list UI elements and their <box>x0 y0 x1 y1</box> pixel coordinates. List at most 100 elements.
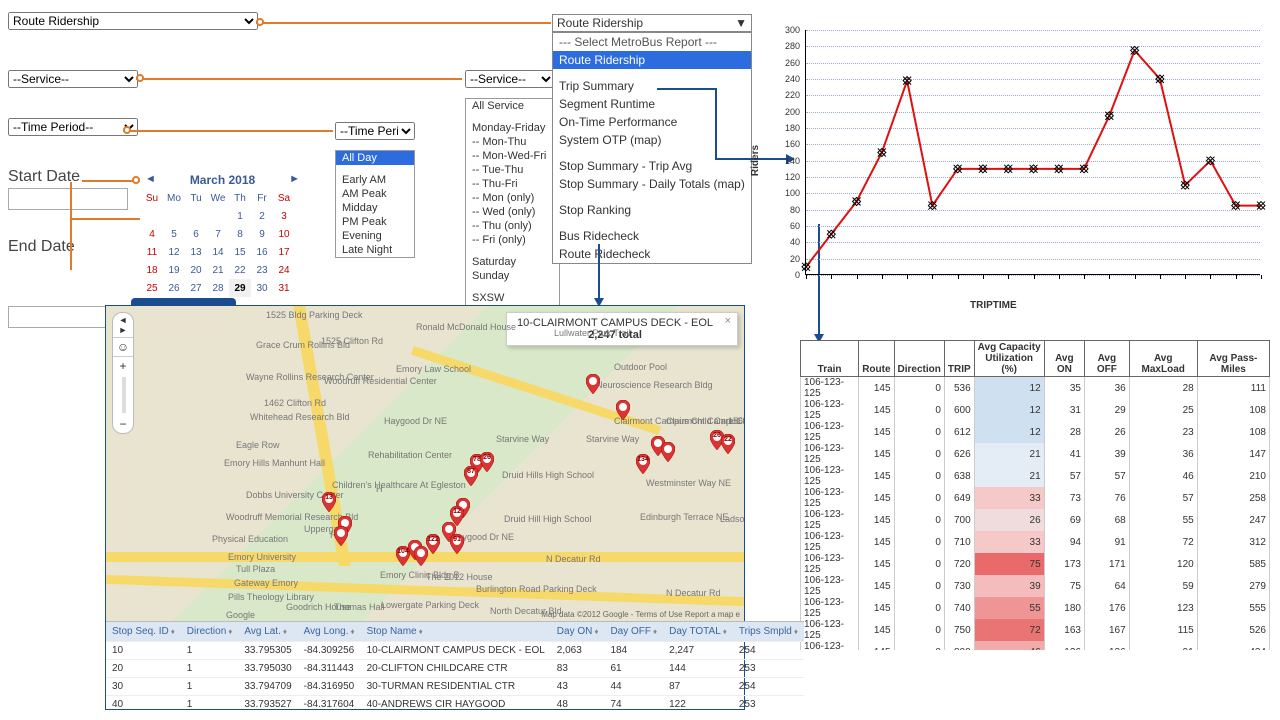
stop-table-header[interactable]: Avg Long.♦ <box>298 622 361 642</box>
calendar-day[interactable]: 11 <box>141 243 163 261</box>
stop-table-header[interactable]: Stop Seq. ID♦ <box>106 622 181 642</box>
report-dropdown-list[interactable]: --- Select MetroBus Report --- Route Rid… <box>552 32 752 264</box>
calendar-day[interactable]: 2 <box>251 207 273 225</box>
service-option[interactable]: Saturday <box>466 255 559 269</box>
zoom-arrows-icon[interactable]: ◄ ► <box>113 313 133 337</box>
service-option[interactable]: -- Mon (only) <box>466 191 559 205</box>
service-select-popup[interactable]: --Service-- <box>465 70 555 88</box>
calendar-day[interactable]: 22 <box>229 261 251 279</box>
start-date-input[interactable] <box>8 188 128 210</box>
map-pin-icon[interactable]: 13 <box>322 492 336 512</box>
calendar-day[interactable]: 14 <box>207 243 229 261</box>
calendar-day[interactable]: 10 <box>273 225 295 243</box>
service-option[interactable]: -- Mon-Thu <box>466 135 559 149</box>
calendar-day[interactable] <box>207 207 229 225</box>
pegman-icon[interactable]: ☺ <box>113 337 133 356</box>
stop-table-header[interactable]: Day OFF♦ <box>604 622 663 642</box>
service-option[interactable]: -- Wed (only) <box>466 205 559 219</box>
service-option[interactable]: -- Thu-Fri <box>466 177 559 191</box>
table-header[interactable]: Route <box>859 341 894 377</box>
period-option[interactable] <box>336 165 414 173</box>
calendar-day[interactable]: 20 <box>185 261 207 279</box>
calendar-day[interactable]: 16 <box>251 243 273 261</box>
calendar-day[interactable]: 8 <box>229 225 251 243</box>
service-option[interactable]: -- Tue-Thu <box>466 163 559 177</box>
calendar-day[interactable]: 30 <box>251 279 273 297</box>
map-zoom-controls[interactable]: ◄ ► ☺ + − <box>112 312 134 434</box>
period-option[interactable]: Late Night <box>336 243 414 257</box>
period-option[interactable]: Midday <box>336 201 414 215</box>
report-option[interactable]: System OTP (map) <box>553 131 751 149</box>
report-option[interactable]: Route Ridership <box>553 51 751 69</box>
calendar-day[interactable]: 18 <box>141 261 163 279</box>
map-pin-icon[interactable] <box>616 400 630 420</box>
period-listbox[interactable]: All DayEarly AMAM PeakMiddayPM PeakEveni… <box>335 150 415 258</box>
calendar-day[interactable]: 17 <box>273 243 295 261</box>
map-pin-icon[interactable] <box>661 442 675 462</box>
report-select-expanded[interactable]: Route Ridership▼ <box>552 14 752 32</box>
service-option[interactable]: -- Fri (only) <box>466 233 559 247</box>
calendar-day[interactable] <box>185 207 207 225</box>
map-pin-icon[interactable] <box>414 546 428 566</box>
map-pin-icon[interactable]: 91 <box>450 534 464 554</box>
calendar-day[interactable]: 1 <box>229 207 251 225</box>
map-pin-icon[interactable]: 87 <box>464 466 478 486</box>
calendar-day[interactable]: 29 <box>229 279 251 297</box>
map-pin-icon[interactable]: 134 <box>636 454 650 474</box>
stop-table-header[interactable]: Direction♦ <box>181 622 239 642</box>
map-pin-icon[interactable]: 22 <box>721 434 735 454</box>
period-option[interactable]: PM Peak <box>336 215 414 229</box>
service-option[interactable]: -- Thu (only) <box>466 219 559 233</box>
map-pin-icon[interactable]: 26 <box>480 452 494 472</box>
report-option[interactable]: Stop Ranking <box>553 201 751 219</box>
calendar-day[interactable]: 27 <box>185 279 207 297</box>
service-option[interactable] <box>466 283 559 291</box>
table-header[interactable]: Avg CapacityUtilization (%) <box>974 341 1044 377</box>
report-option[interactable]: On-Time Performance <box>553 113 751 131</box>
report-option[interactable]: Trip Summary <box>553 77 751 95</box>
cal-next-icon[interactable]: ► <box>289 173 300 185</box>
calendar-day[interactable]: 19 <box>163 261 185 279</box>
calendar-day[interactable] <box>163 207 185 225</box>
period-option[interactable]: All Day <box>336 151 414 165</box>
service-select[interactable]: --Service-- <box>8 70 138 88</box>
calendar-day[interactable]: 12 <box>163 243 185 261</box>
period-option[interactable]: AM Peak <box>336 187 414 201</box>
close-icon[interactable]: × <box>725 315 731 327</box>
service-option[interactable]: SXSW <box>466 291 559 305</box>
table-header[interactable]: Avg ON <box>1044 341 1084 377</box>
stop-table-header[interactable]: Day ON♦ <box>551 622 605 642</box>
service-listbox[interactable]: All Service Monday-Friday-- Mon-Thu -- Mon… <box>465 98 560 308</box>
table-header[interactable]: Train <box>801 341 859 377</box>
calendar-day[interactable]: 21 <box>207 261 229 279</box>
calendar-day[interactable]: 7 <box>207 225 229 243</box>
zoom-out-icon[interactable]: − <box>113 415 133 433</box>
calendar-day[interactable]: 23 <box>251 261 273 279</box>
calendar-day[interactable]: 5 <box>163 225 185 243</box>
calendar-day[interactable]: 15 <box>229 243 251 261</box>
service-option[interactable]: Sunday <box>466 269 559 283</box>
map-pin-icon[interactable]: 104 <box>396 546 410 566</box>
service-option[interactable]: Monday-Friday <box>466 121 559 135</box>
service-option[interactable] <box>466 247 559 255</box>
zoom-in-icon[interactable]: + <box>113 356 133 375</box>
map-pin-icon[interactable] <box>586 374 600 394</box>
report-option[interactable]: Segment Runtime <box>553 95 751 113</box>
table-header[interactable]: Avg OFF <box>1084 341 1129 377</box>
calendar-day[interactable]: 4 <box>141 225 163 243</box>
service-option[interactable] <box>466 113 559 121</box>
table-header[interactable]: Avg MaxLoad <box>1129 341 1197 377</box>
calendar-day[interactable]: 25 <box>141 279 163 297</box>
calendar-day[interactable]: 6 <box>185 225 207 243</box>
service-option[interactable]: All Service <box>466 99 559 113</box>
report-select-top[interactable]: Route Ridership <box>8 12 258 30</box>
period-select[interactable]: --Time Period-- <box>8 118 138 136</box>
calendar-day[interactable]: 13 <box>185 243 207 261</box>
report-option[interactable]: Route Ridecheck <box>553 245 751 263</box>
calendar-day[interactable]: 28 <box>207 279 229 297</box>
period-option[interactable]: Early AM <box>336 173 414 187</box>
report-option[interactable]: Bus Ridecheck <box>553 227 751 245</box>
map[interactable]: ◄ ► ☺ + − × 10-CLAIRMONT CAMPUS DECK - E… <box>106 306 744 621</box>
calendar-day[interactable]: 31 <box>273 279 295 297</box>
map-pin-icon[interactable] <box>334 526 348 546</box>
